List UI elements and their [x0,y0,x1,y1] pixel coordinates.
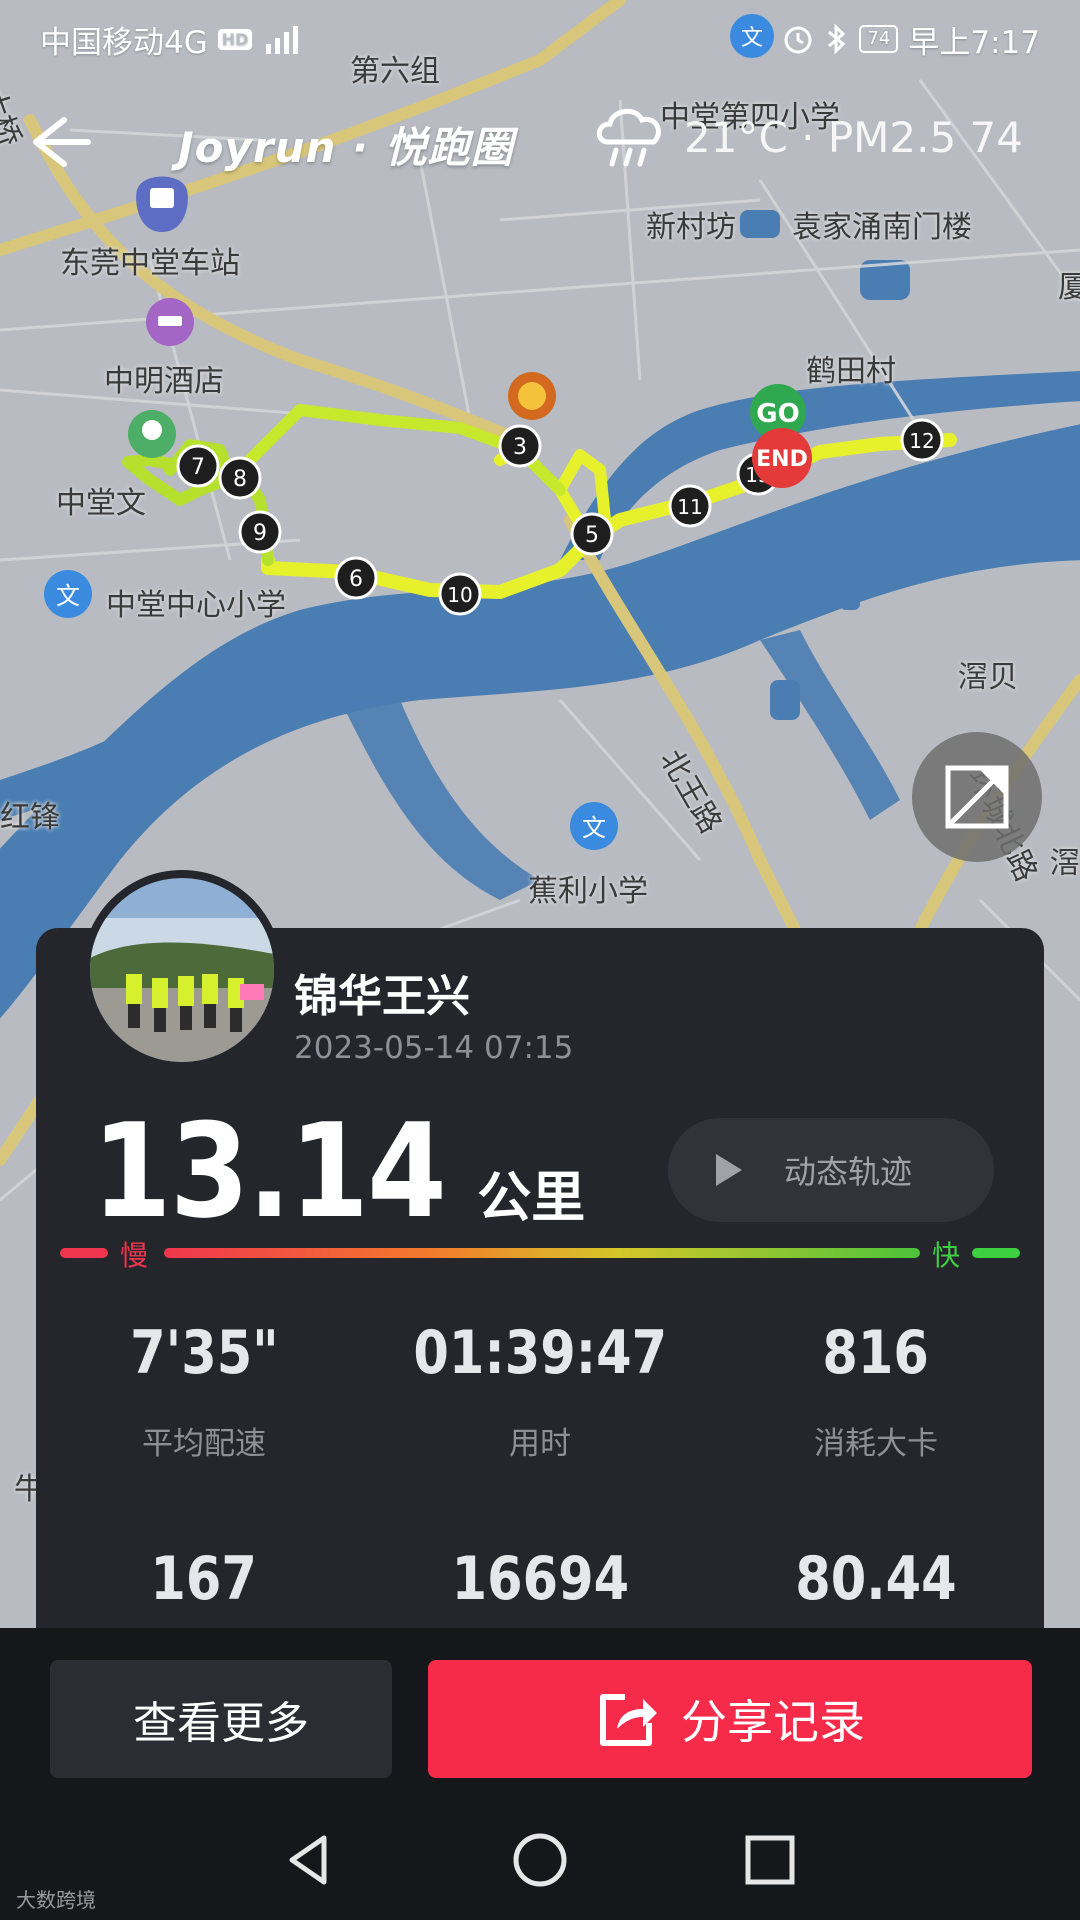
map-label: 鹤田村 [806,354,896,389]
speed-gradient-bar [164,1248,920,1258]
stat-value: 16694 [451,1544,629,1614]
map-label: 红锋 [0,800,60,835]
avatar[interactable] [82,870,282,1070]
svg-text:文: 文 [582,814,606,842]
map-label: 新村坊 [646,210,736,245]
km-marker-label: 3 [513,435,527,460]
stat-pace: 7'35" 平均配速 [36,1318,372,1463]
hd-badge: HD [217,28,253,50]
back-triangle-icon[interactable] [280,1830,340,1890]
app-logo: Joyrun · 悦跑圈 [178,123,514,172]
fast-dash [972,1248,1020,1258]
map-label: 袁家涌南门楼 [792,210,972,245]
map-label: 东莞中堂车站 [60,246,240,281]
stat-label: 消耗大卡 [814,1426,938,1462]
stat-heart-rate: 167 [36,1544,372,1614]
bluetooth-icon [828,23,846,55]
school-pin-2: 文 [570,802,618,850]
alarm-icon [784,26,812,54]
km-marker-label: 5 [585,523,599,548]
km-marker: 8 [218,456,262,500]
expand-icon [945,765,1009,829]
home-circle-icon[interactable] [510,1830,570,1890]
km-marker-label: 10 [447,583,472,607]
expand-map-button[interactable] [912,732,1042,862]
km-marker: 11 [668,484,712,528]
end-marker: END [752,428,812,488]
slow-dash [60,1248,108,1258]
km-marker: 5 [570,512,614,556]
distance-unit: 公里 [477,1166,586,1229]
km-marker-label: 8 [233,467,247,492]
status-bar: 中国移动4G HD 74 早上7:17 [0,0,1080,78]
gas-station-pin [508,372,556,420]
clock-text: 早上7:17 [908,24,1040,61]
stat-value: 816 [822,1318,930,1388]
km-marker: 9 [238,510,282,554]
user-name[interactable]: 锦华王兴 [294,960,470,1024]
km-marker-label: 6 [349,567,363,592]
app-header: Joyrun · 悦跑圈 21°C · PM2.5 74 [0,92,1080,188]
start-label: GO [756,399,799,429]
stat-value: 80.44 [795,1544,957,1614]
stat-duration: 01:39:47 用时 [372,1318,708,1463]
run-date: 2023-05-14 07:15 [294,1030,574,1066]
stat-steps: 16694 [372,1544,708,1614]
km-marker-label: 9 [253,521,267,546]
rain-cloud-icon [596,108,661,167]
hotel-pin [146,298,194,346]
speed-fast-label: 快 [932,1239,961,1272]
speed-slow-label: 慢 [120,1239,149,1272]
weather-text: 21°C · PM2.5 74 [684,112,1023,162]
stat-label: 平均配速 [142,1426,266,1462]
map-label: 滘 [1050,846,1080,881]
map-label: 蕉利小学 [528,874,648,909]
km-marker-label: 12 [909,429,934,453]
replay-label: 动态轨迹 [784,1153,913,1191]
watermark: 大数跨境 [16,1888,96,1912]
view-more-button[interactable]: 查看更多 [50,1660,392,1778]
arrow-left-icon[interactable] [24,112,94,172]
speed-legend: 慢 快 [60,1234,1020,1274]
stat-value: 7'35" [129,1318,279,1388]
km-marker-label: 11 [677,495,702,519]
school-pin: 文 [44,570,92,618]
share-record-button[interactable]: 分享记录 [428,1660,1032,1778]
battery-icon: 74 [859,25,899,53]
bottom-action-bar: 查看更多 分享记录 [0,1628,1080,1800]
carrier-text: 中国移动4G [40,24,208,61]
map-label: 中堂文 [56,486,146,521]
share-icon [600,1694,657,1746]
map-label: 中明酒店 [104,364,224,399]
stat-value: 167 [150,1544,258,1614]
km-marker-label: 7 [191,455,205,480]
distance: 13.14 公里 [92,1095,585,1247]
km-marker: 7 [176,444,220,488]
end-label: END [756,447,808,472]
svg-text:文: 文 [56,582,80,610]
signal-icon [266,26,299,54]
km-marker: 6 [334,556,378,600]
stat-label: 用时 [509,1426,571,1462]
distance-value: 13.14 [92,1095,447,1247]
recents-square-icon[interactable] [740,1830,800,1890]
map-label: 中堂中心小学 [106,588,286,623]
stat-calories: 816 消耗大卡 [708,1318,1044,1463]
km-marker: 12 [900,418,944,462]
play-icon [716,1154,742,1186]
replay-track-button[interactable]: 动态轨迹 [668,1118,994,1222]
share-label: 分享记录 [681,1695,865,1749]
weather-info: 21°C · PM2.5 74 [590,102,1023,172]
stat-extra: 80.44 [708,1544,1044,1614]
stat-value: 01:39:47 [413,1318,667,1388]
map-label: 厦 [1058,270,1080,305]
map-label: 滘贝 [958,660,1018,695]
system-nav-bar [0,1800,1080,1920]
park-pin [128,410,176,458]
km-marker: 10 [438,572,482,616]
km-marker: 3 [498,424,542,468]
